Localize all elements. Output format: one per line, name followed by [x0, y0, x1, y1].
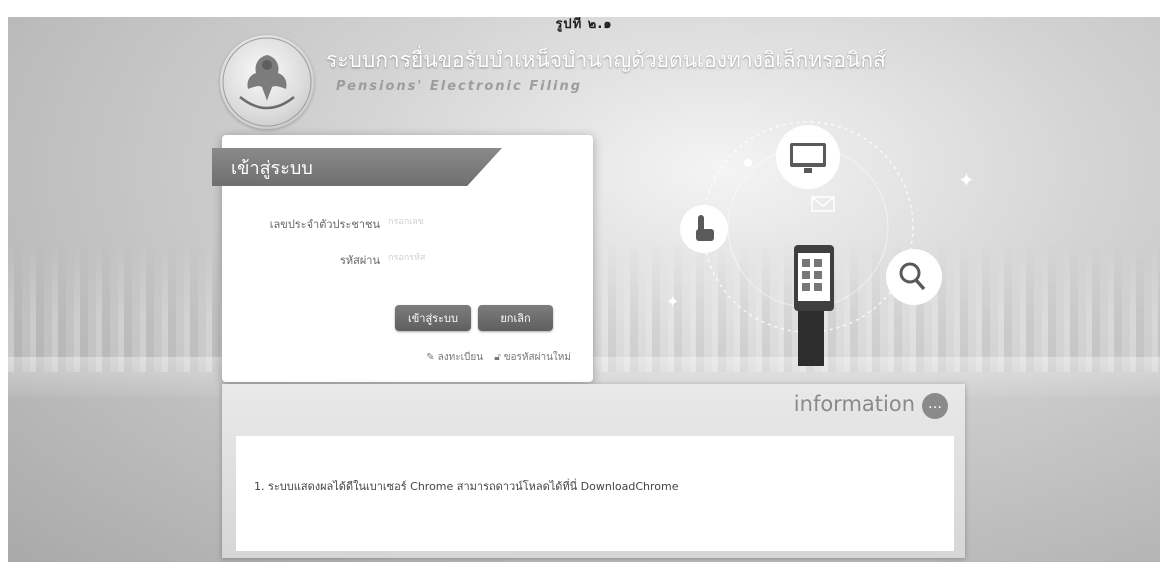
- monitor-icon: [776, 125, 840, 189]
- search-icon: [886, 249, 942, 305]
- figure-caption: รูปที่ ๒.๑: [555, 17, 613, 32]
- site-title: ระบบการยื่นขอรับบำเหน็จบำนาญด้วยตนเองทาง…: [326, 48, 886, 72]
- lock-icon: 🔓︎: [494, 352, 501, 363]
- information-title: information: [793, 392, 915, 416]
- comptroller-seal-logo: [220, 35, 314, 129]
- pencil-icon: ✎: [426, 352, 435, 363]
- account-links: ✎ ลงทะเบียน 🔓︎ ขอรหัสผ่านใหม่: [418, 350, 571, 365]
- hand-pointer-icon: [680, 205, 728, 253]
- forgot-password-label: ขอรหัสผ่านใหม่: [503, 352, 571, 363]
- register-label: ลงทะเบียน: [437, 352, 484, 363]
- cancel-button[interactable]: ยกเลิก: [478, 305, 553, 331]
- citizen-id-input[interactable]: [384, 213, 572, 231]
- information-panel: information … 1. ระบบแสดงผลได้ดีในเบาเซอ…: [222, 384, 965, 558]
- id-label: เลขประจำตัวประชาชน: [269, 218, 380, 231]
- site-subtitle: Pensions' Electronic Filing: [336, 79, 583, 94]
- password-input[interactable]: [384, 249, 572, 267]
- information-box: 1. ระบบแสดงผลได้ดีในเบาเซอร์ Chrome สามา…: [236, 436, 954, 551]
- technology-illustration: ✦ ✦: [666, 121, 975, 366]
- svg-text:✦: ✦: [666, 292, 679, 311]
- information-item[interactable]: 1. ระบบแสดงผลได้ดีในเบาเซอร์ Chrome สามา…: [254, 477, 679, 495]
- id-row: เลขประจำตัวประชาชน: [222, 213, 593, 233]
- register-link[interactable]: ✎ ลงทะเบียน: [426, 352, 486, 363]
- envelope-icon: [811, 196, 835, 212]
- phone-icon: [794, 245, 834, 366]
- svg-text:✦: ✦: [958, 168, 975, 192]
- password-row: รหัสผ่าน: [222, 249, 593, 269]
- password-label: รหัสผ่าน: [339, 254, 380, 267]
- login-submit-button[interactable]: เข้าสู่ระบบ: [395, 305, 471, 331]
- forgot-password-link[interactable]: 🔓︎ ขอรหัสผ่านใหม่: [494, 352, 571, 363]
- login-card: เข้าสู่ระบบ เลขประจำตัวประชาชน รหัสผ่าน …: [212, 135, 593, 382]
- page-background: รูปที่ ๒.๑ ระบบการยื่นขอรับบำเหน็จบำนาญด…: [8, 17, 1160, 562]
- chat-icon: …: [922, 393, 948, 419]
- login-banner-title: เข้าสู่ระบบ: [231, 157, 313, 179]
- login-banner: เข้าสู่ระบบ: [212, 148, 502, 186]
